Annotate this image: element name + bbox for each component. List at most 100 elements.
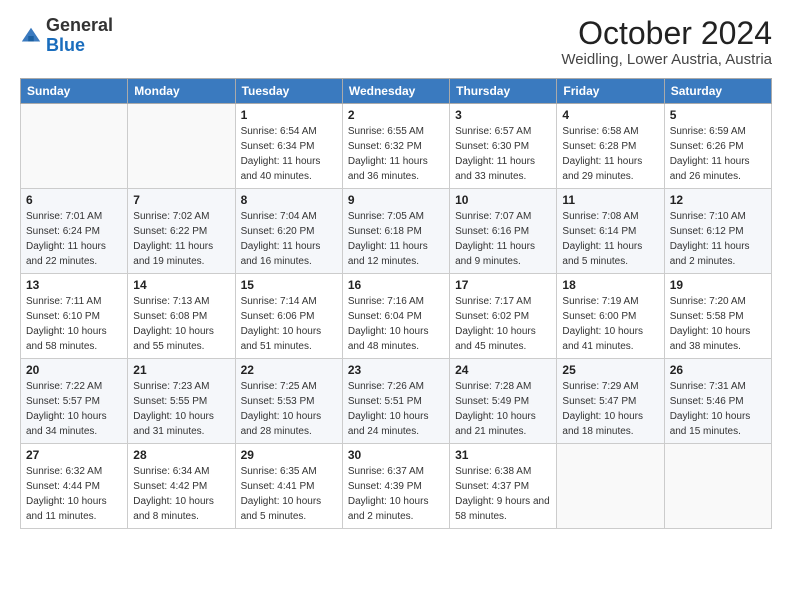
- calendar-week-row: 13 Sunrise: 7:11 AMSunset: 6:10 PMDayligh…: [21, 274, 772, 359]
- day-number: 7: [133, 193, 229, 207]
- day-info: Sunrise: 6:32 AMSunset: 4:44 PMDaylight:…: [26, 464, 122, 524]
- calendar-cell: 23Sunrise: 7:26 AMSunset: 5:51 PMDayligh…: [342, 359, 449, 444]
- day-info: Sunrise: 7:29 AMSunset: 5:47 PMDaylight:…: [562, 379, 658, 439]
- day-number: 6: [26, 193, 122, 207]
- day-info: Sunrise: 6:58 AMSunset: 6:28 PMDaylight:…: [562, 124, 658, 184]
- day-info: Sunrise: 6:38 AMSunset: 4:37 PMDaylight:…: [455, 464, 551, 524]
- calendar-week-row: 1 Sunrise: 6:54 AMSunset: 6:34 PMDaylight…: [21, 104, 772, 189]
- calendar-week-row: 6 Sunrise: 7:01 AMSunset: 6:24 PMDaylight…: [21, 189, 772, 274]
- day-number: 4: [562, 108, 658, 122]
- day-number: 15: [241, 278, 337, 292]
- day-info: Sunrise: 6:54 AMSunset: 6:34 PMDaylight:…: [241, 124, 337, 184]
- col-sunday: Sunday: [21, 79, 128, 104]
- calendar-cell: 22Sunrise: 7:25 AMSunset: 5:53 PMDayligh…: [235, 359, 342, 444]
- calendar-cell: 14Sunrise: 7:13 AMSunset: 6:08 PMDayligh…: [128, 274, 235, 359]
- calendar-cell: 3Sunrise: 6:57 AMSunset: 6:30 PMDaylight…: [450, 104, 557, 189]
- calendar-week-row: 27 Sunrise: 6:32 AMSunset: 4:44 PMDayligh…: [21, 444, 772, 529]
- calendar-cell: 2 Sunrise: 6:55 AMSunset: 6:32 PMDaylight…: [342, 104, 449, 189]
- day-info: Sunrise: 7:17 AMSunset: 6:02 PMDaylight:…: [455, 294, 551, 354]
- day-number: 9: [348, 193, 444, 207]
- calendar-cell: [128, 104, 235, 189]
- calendar-cell: 19Sunrise: 7:20 AMSunset: 5:58 PMDayligh…: [664, 274, 771, 359]
- calendar-cell: 1 Sunrise: 6:54 AMSunset: 6:34 PMDaylight…: [235, 104, 342, 189]
- day-number: 5: [670, 108, 766, 122]
- day-number: 27: [26, 448, 122, 462]
- calendar-cell: 29 Sunrise: 6:35 AMSunset: 4:41 PMDayligh…: [235, 444, 342, 529]
- day-info: Sunrise: 7:23 AMSunset: 5:55 PMDaylight:…: [133, 379, 229, 439]
- day-number: 29: [241, 448, 337, 462]
- col-tuesday: Tuesday: [235, 79, 342, 104]
- calendar-cell: 6 Sunrise: 7:01 AMSunset: 6:24 PMDaylight…: [21, 189, 128, 274]
- day-number: 31: [455, 448, 551, 462]
- day-number: 18: [562, 278, 658, 292]
- day-info: Sunrise: 7:28 AMSunset: 5:49 PMDaylight:…: [455, 379, 551, 439]
- day-info: Sunrise: 7:04 AMSunset: 6:20 PMDaylight:…: [241, 209, 337, 269]
- day-info: Sunrise: 6:59 AMSunset: 6:26 PMDaylight:…: [670, 124, 766, 184]
- day-number: 16: [348, 278, 444, 292]
- day-number: 13: [26, 278, 122, 292]
- day-info: Sunrise: 6:55 AMSunset: 6:32 PMDaylight:…: [348, 124, 444, 184]
- day-info: Sunrise: 7:08 AMSunset: 6:14 PMDaylight:…: [562, 209, 658, 269]
- day-number: 17: [455, 278, 551, 292]
- day-number: 12: [670, 193, 766, 207]
- day-info: Sunrise: 7:16 AMSunset: 6:04 PMDaylight:…: [348, 294, 444, 354]
- day-number: 19: [670, 278, 766, 292]
- calendar-cell: 20Sunrise: 7:22 AMSunset: 5:57 PMDayligh…: [21, 359, 128, 444]
- calendar-cell: 31 Sunrise: 6:38 AMSunset: 4:37 PMDayligh…: [450, 444, 557, 529]
- calendar-cell: 21 Sunrise: 7:23 AMSunset: 5:55 PMDayligh…: [128, 359, 235, 444]
- day-number: 2: [348, 108, 444, 122]
- location: Weidling, Lower Austria, Austria: [561, 51, 772, 68]
- logo-icon: [20, 25, 42, 47]
- col-wednesday: Wednesday: [342, 79, 449, 104]
- day-info: Sunrise: 7:14 AMSunset: 6:06 PMDaylight:…: [241, 294, 337, 354]
- day-number: 23: [348, 363, 444, 377]
- day-number: 24: [455, 363, 551, 377]
- calendar-week-row: 20Sunrise: 7:22 AMSunset: 5:57 PMDayligh…: [21, 359, 772, 444]
- col-friday: Friday: [557, 79, 664, 104]
- calendar-cell: 7 Sunrise: 7:02 AMSunset: 6:22 PMDaylight…: [128, 189, 235, 274]
- day-info: Sunrise: 7:02 AMSunset: 6:22 PMDaylight:…: [133, 209, 229, 269]
- day-number: 11: [562, 193, 658, 207]
- col-monday: Monday: [128, 79, 235, 104]
- calendar-cell: 4 Sunrise: 6:58 AMSunset: 6:28 PMDaylight…: [557, 104, 664, 189]
- calendar-cell: 18 Sunrise: 7:19 AMSunset: 6:00 PMDayligh…: [557, 274, 664, 359]
- calendar-cell: 30Sunrise: 6:37 AMSunset: 4:39 PMDayligh…: [342, 444, 449, 529]
- day-number: 25: [562, 363, 658, 377]
- day-info: Sunrise: 7:19 AMSunset: 6:00 PMDaylight:…: [562, 294, 658, 354]
- calendar-cell: 9Sunrise: 7:05 AMSunset: 6:18 PMDaylight…: [342, 189, 449, 274]
- calendar-cell: 26 Sunrise: 7:31 AMSunset: 5:46 PMDayligh…: [664, 359, 771, 444]
- day-number: 22: [241, 363, 337, 377]
- day-number: 21: [133, 363, 229, 377]
- title-block: October 2024 Weidling, Lower Austria, Au…: [561, 16, 772, 68]
- day-number: 26: [670, 363, 766, 377]
- day-info: Sunrise: 7:10 AMSunset: 6:12 PMDaylight:…: [670, 209, 766, 269]
- calendar-cell: 12 Sunrise: 7:10 AMSunset: 6:12 PMDayligh…: [664, 189, 771, 274]
- logo-text: General Blue: [46, 16, 113, 56]
- calendar-cell: 11 Sunrise: 7:08 AMSunset: 6:14 PMDayligh…: [557, 189, 664, 274]
- day-info: Sunrise: 7:07 AMSunset: 6:16 PMDaylight:…: [455, 209, 551, 269]
- calendar-cell: 25 Sunrise: 7:29 AMSunset: 5:47 PMDayligh…: [557, 359, 664, 444]
- day-info: Sunrise: 6:34 AMSunset: 4:42 PMDaylight:…: [133, 464, 229, 524]
- day-info: Sunrise: 6:37 AMSunset: 4:39 PMDaylight:…: [348, 464, 444, 524]
- calendar-cell: 8 Sunrise: 7:04 AMSunset: 6:20 PMDaylight…: [235, 189, 342, 274]
- col-thursday: Thursday: [450, 79, 557, 104]
- day-number: 28: [133, 448, 229, 462]
- calendar-cell: 16 Sunrise: 7:16 AMSunset: 6:04 PMDayligh…: [342, 274, 449, 359]
- col-saturday: Saturday: [664, 79, 771, 104]
- day-info: Sunrise: 7:31 AMSunset: 5:46 PMDaylight:…: [670, 379, 766, 439]
- day-number: 10: [455, 193, 551, 207]
- day-number: 8: [241, 193, 337, 207]
- calendar-header-row: Sunday Monday Tuesday Wednesday Thursday…: [21, 79, 772, 104]
- calendar-cell: [664, 444, 771, 529]
- calendar-cell: 27 Sunrise: 6:32 AMSunset: 4:44 PMDayligh…: [21, 444, 128, 529]
- day-info: Sunrise: 7:01 AMSunset: 6:24 PMDaylight:…: [26, 209, 122, 269]
- day-info: Sunrise: 6:35 AMSunset: 4:41 PMDaylight:…: [241, 464, 337, 524]
- month-title: October 2024: [561, 16, 772, 51]
- calendar-cell: 10 Sunrise: 7:07 AMSunset: 6:16 PMDayligh…: [450, 189, 557, 274]
- calendar-cell: [557, 444, 664, 529]
- calendar-cell: 28 Sunrise: 6:34 AMSunset: 4:42 PMDayligh…: [128, 444, 235, 529]
- day-info: Sunrise: 7:22 AMSunset: 5:57 PMDaylight:…: [26, 379, 122, 439]
- day-number: 1: [241, 108, 337, 122]
- calendar-cell: 17 Sunrise: 7:17 AMSunset: 6:02 PMDayligh…: [450, 274, 557, 359]
- day-info: Sunrise: 7:11 AMSunset: 6:10 PMDaylight:…: [26, 294, 122, 354]
